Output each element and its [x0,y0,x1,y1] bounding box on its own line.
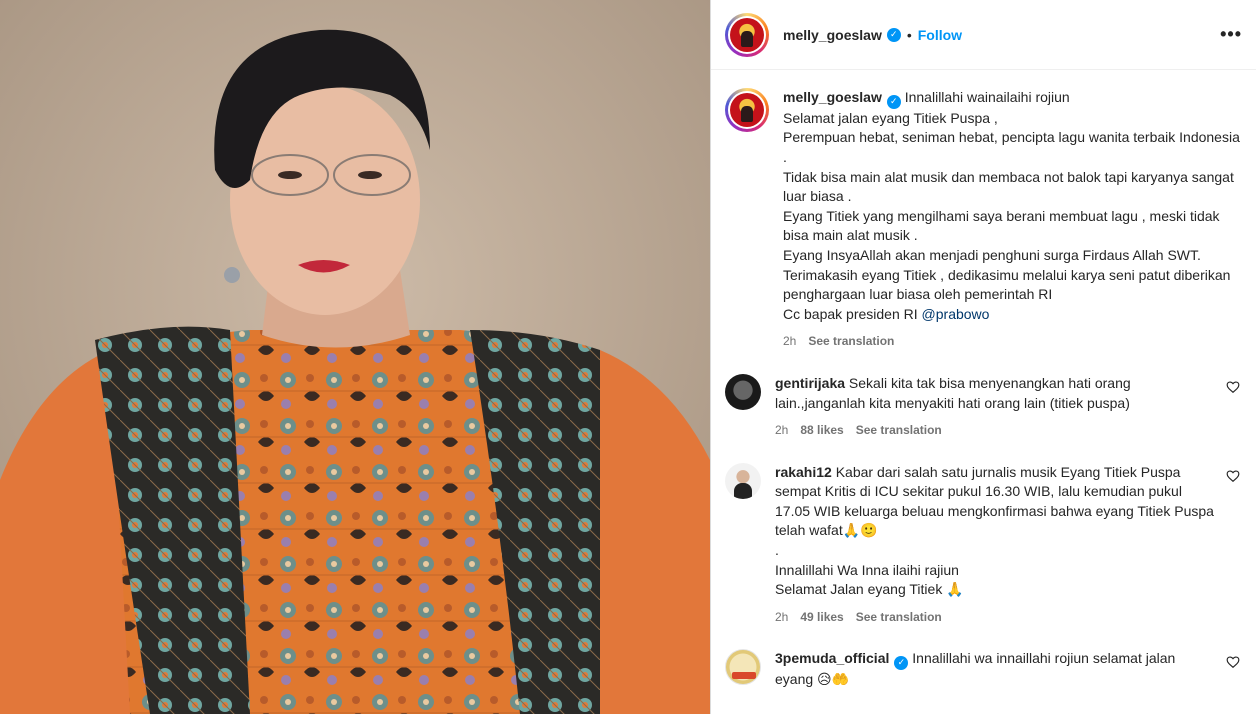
comment-text-extra: Innalillahi Wa Inna ilaihi rajiun [775,561,959,578]
see-translation-link[interactable]: See translation [808,332,894,352]
see-translation-link[interactable]: See translation [856,608,942,628]
commenter-avatar[interactable] [725,373,761,410]
timestamp[interactable]: 2h [775,421,788,441]
caption: melly_goeslaw ✓ Innalillahi wainailaihi r… [725,88,1242,352]
separator-dot: • [906,26,912,43]
comment-item: 3pemuda_official ✓ Innalillahi wa innaill… [725,649,1242,689]
comment-username[interactable]: 3pemuda_official [775,650,889,666]
caption-line: Eyang Titiek yang mengilhami saya berani… [783,207,1220,244]
comment-meta: 2h 88 likes See translation [775,421,1214,441]
comments-list: melly_goeslaw ✓ Innalillahi wainailaihi r… [711,70,1256,690]
caption-avatar[interactable] [725,88,769,132]
post-photo[interactable] [0,0,710,714]
portrait-illustration [0,0,710,714]
mention-link[interactable]: @prabowo [922,306,990,322]
caption-line: Innalillahi wainailaihi rojiun [904,89,1070,105]
more-options-icon[interactable]: ••• [1220,24,1242,45]
heart-icon[interactable] [1226,469,1240,483]
caption-line: Selamat jalan eyang Titiek Puspa , [783,109,998,126]
follow-button[interactable]: Follow [918,27,962,43]
caption-line: Eyang InsyaAllah akan menjadi penghuni s… [783,246,1201,263]
caption-line: Terimakasih eyang Titiek , dedikasimu me… [783,266,1231,303]
commenter-avatar[interactable] [725,462,761,499]
caption-meta: 2h See translation [783,332,1242,352]
comment-text-extra: . [775,542,779,559]
timestamp[interactable]: 2h [775,608,788,628]
comment-item: rakahi12 Kabar dari salah satu jurnalis … [725,462,1242,628]
post-header: melly_goeslaw ✓ • Follow ••• [711,0,1256,70]
verified-badge-icon: ✓ [886,27,901,42]
author-username[interactable]: melly_goeslaw [783,27,882,43]
avatar-image [730,93,764,127]
commenter-avatar[interactable] [725,649,761,686]
comment-item: gentirijaka Sekali kita tak bisa menyena… [725,373,1242,441]
comment-text-extra: Selamat Jalan eyang Titiek 🙏 [775,581,964,598]
caption-username[interactable]: melly_goeslaw [783,89,882,105]
likes-count[interactable]: 49 likes [800,608,843,628]
caption-line: Perempuan hebat, seniman hebat, pencipta… [783,129,1240,165]
avatar-image [730,17,764,52]
verified-badge-icon: ✓ [886,94,901,109]
comment-text: Kabar dari salah satu jurnalis musik Eya… [775,463,1214,539]
likes-count[interactable]: 88 likes [800,421,843,441]
post-side-panel: melly_goeslaw ✓ • Follow ••• melly_goesl… [710,0,1256,714]
author-avatar[interactable] [725,12,769,57]
heart-icon[interactable] [1226,655,1240,669]
caption-line: Tidak bisa main alat musik dan membaca n… [783,168,1234,205]
heart-icon[interactable] [1226,380,1240,394]
see-translation-link[interactable]: See translation [856,421,942,441]
caption-cc: Cc bapak presiden RI [783,305,922,322]
comment-username[interactable]: rakahi12 [775,464,832,480]
timestamp[interactable]: 2h [783,332,796,352]
comment-meta: 2h 49 likes See translation [775,608,1214,628]
verified-badge-icon: ✓ [894,656,909,671]
comment-username[interactable]: gentirijaka [775,375,845,391]
